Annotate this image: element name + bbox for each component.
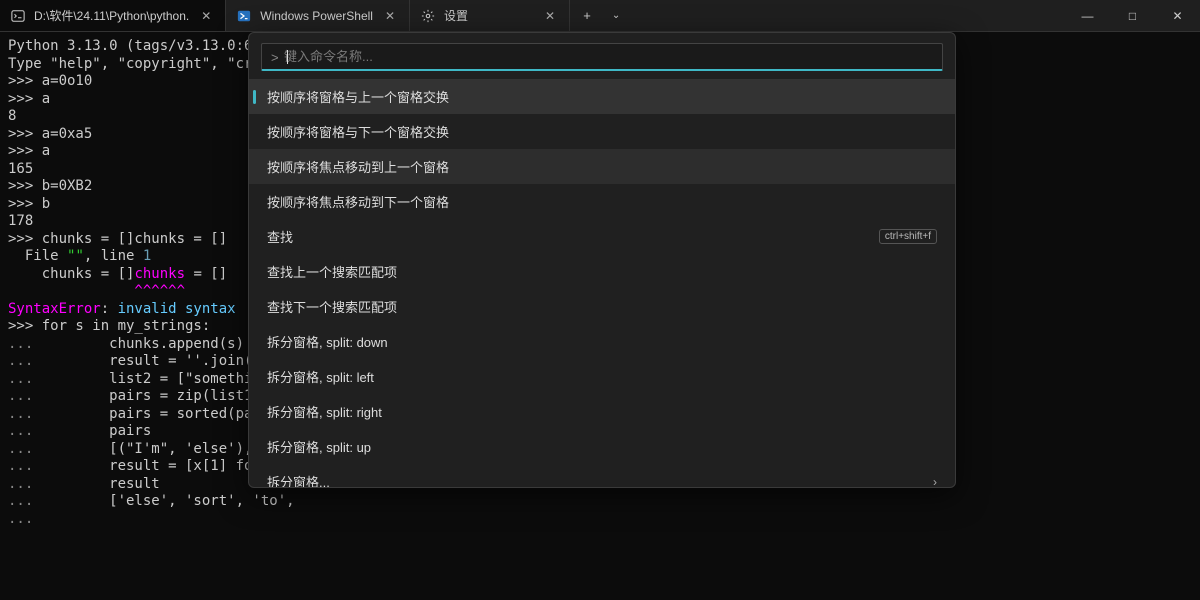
tab-label: 设置 bbox=[444, 7, 468, 24]
command-palette: > 按顺序将窗格与上一个窗格交换按顺序将窗格与下一个窗格交换按顺序将焦点移动到上… bbox=[248, 32, 956, 488]
tab-1[interactable]: Windows PowerShell ✕ bbox=[226, 0, 410, 31]
palette-search-input[interactable] bbox=[261, 43, 943, 71]
palette-item-label: 拆分窗格... bbox=[267, 472, 330, 487]
palette-item-label: 按顺序将焦点移动到上一个窗格 bbox=[267, 157, 449, 176]
palette-item-0[interactable]: 按顺序将窗格与上一个窗格交换 bbox=[249, 79, 955, 114]
text-cursor bbox=[287, 50, 288, 64]
palette-item-3[interactable]: 按顺序将焦点移动到下一个窗格 bbox=[249, 184, 955, 219]
palette-shortcut: ctrl+shift+f bbox=[879, 229, 937, 244]
tab-close-icon[interactable]: ✕ bbox=[197, 7, 215, 25]
palette-item-1[interactable]: 按顺序将窗格与下一个窗格交换 bbox=[249, 114, 955, 149]
palette-input-row: > bbox=[249, 33, 955, 79]
palette-item-11[interactable]: 拆分窗格... › bbox=[249, 464, 955, 487]
selection-indicator bbox=[253, 90, 256, 104]
palette-item-6[interactable]: 查找下一个搜索匹配项 bbox=[249, 289, 955, 324]
tab-close-icon[interactable]: ✕ bbox=[541, 7, 559, 25]
palette-item-8[interactable]: 拆分窗格, split: left bbox=[249, 359, 955, 394]
tab-dropdown-button[interactable]: ⌄ bbox=[604, 0, 628, 31]
new-tab-button[interactable]: + bbox=[570, 0, 604, 31]
tab-0[interactable]: D:\软件\24.11\Python\python. ✕ bbox=[0, 0, 226, 31]
title-bar: D:\软件\24.11\Python\python.✕Windows Power… bbox=[0, 0, 1200, 32]
palette-item-10[interactable]: 拆分窗格, split: up bbox=[249, 429, 955, 464]
palette-item-7[interactable]: 拆分窗格, split: down bbox=[249, 324, 955, 359]
tab-label: D:\软件\24.11\Python\python. bbox=[34, 7, 189, 24]
terminal-icon bbox=[10, 8, 26, 24]
palette-item-label: 查找 bbox=[267, 227, 293, 246]
powershell-icon bbox=[236, 8, 252, 24]
tab-label: Windows PowerShell bbox=[260, 9, 373, 23]
palette-item-9[interactable]: 拆分窗格, split: right bbox=[249, 394, 955, 429]
palette-item-4[interactable]: 查找 ctrl+shift+f bbox=[249, 219, 955, 254]
titlebar-spacer bbox=[628, 0, 1065, 31]
palette-item-label: 按顺序将窗格与下一个窗格交换 bbox=[267, 122, 449, 141]
close-button[interactable]: ✕ bbox=[1155, 0, 1200, 31]
palette-item-label: 按顺序将焦点移动到下一个窗格 bbox=[267, 192, 449, 211]
palette-item-5[interactable]: 查找上一个搜索匹配项 bbox=[249, 254, 955, 289]
maximize-button[interactable]: □ bbox=[1110, 0, 1155, 31]
window-controls: — □ ✕ bbox=[1065, 0, 1200, 31]
palette-item-label: 拆分窗格, split: down bbox=[267, 332, 388, 351]
minimize-button[interactable]: — bbox=[1065, 0, 1110, 31]
palette-item-label: 拆分窗格, split: right bbox=[267, 402, 382, 421]
tab-close-icon[interactable]: ✕ bbox=[381, 7, 399, 25]
palette-item-label: 拆分窗格, split: left bbox=[267, 367, 374, 386]
palette-item-label: 查找上一个搜索匹配项 bbox=[267, 262, 397, 281]
palette-item-label: 按顺序将窗格与上一个窗格交换 bbox=[267, 87, 449, 106]
palette-item-label: 拆分窗格, split: up bbox=[267, 437, 371, 456]
gear-icon bbox=[420, 8, 436, 24]
palette-item-label: 查找下一个搜索匹配项 bbox=[267, 297, 397, 316]
tab-2[interactable]: 设置 ✕ bbox=[410, 0, 570, 31]
chevron-right-icon: › bbox=[933, 475, 937, 488]
palette-item-2[interactable]: 按顺序将焦点移动到上一个窗格 bbox=[249, 149, 955, 184]
palette-list[interactable]: 按顺序将窗格与上一个窗格交换按顺序将窗格与下一个窗格交换按顺序将焦点移动到上一个… bbox=[249, 79, 955, 487]
